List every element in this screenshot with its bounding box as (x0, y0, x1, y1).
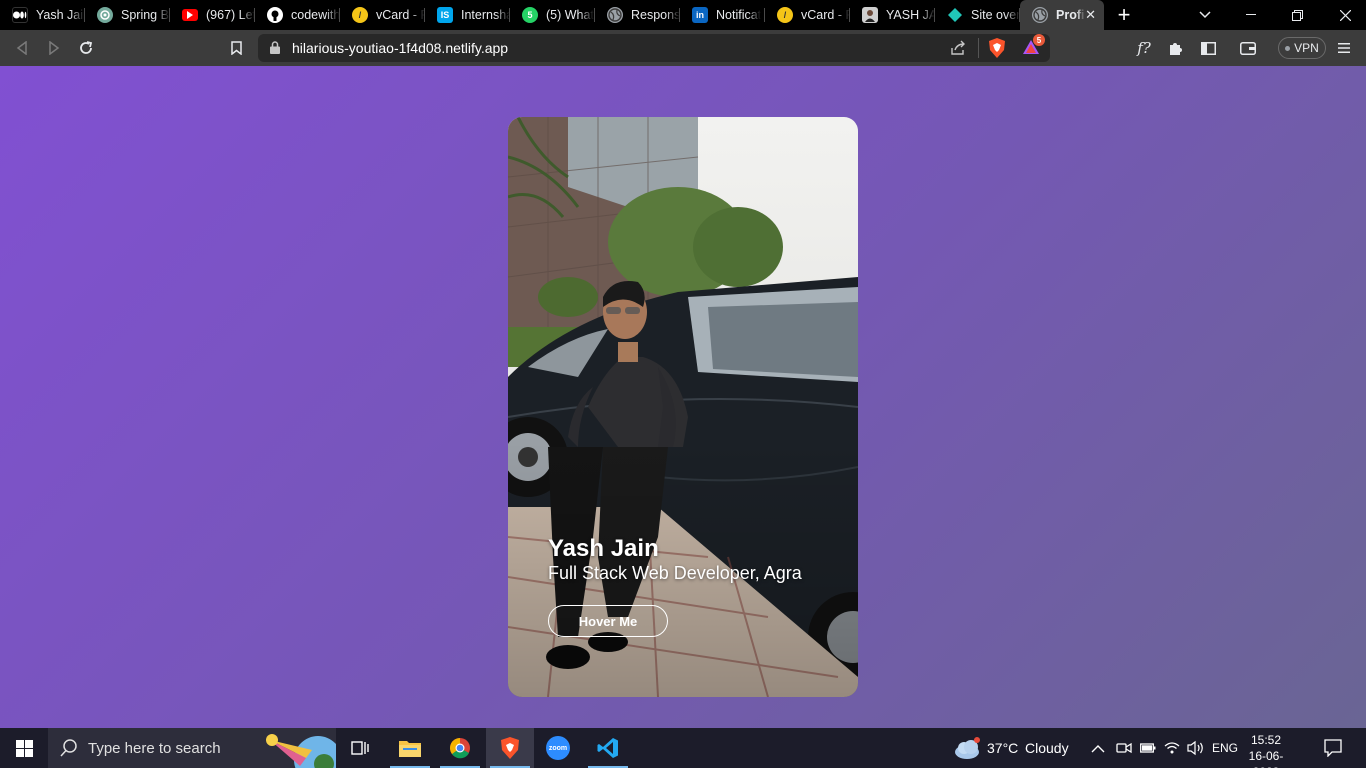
tab-github[interactable]: codewith (255, 0, 340, 30)
tab-vcard-2[interactable]: / vCard - P (765, 0, 850, 30)
hover-me-button[interactable]: Hover Me (548, 605, 668, 637)
new-tab-button[interactable]: + (1104, 0, 1144, 30)
chatgpt-icon (97, 7, 113, 23)
address-bar[interactable]: hilarious-youtiao-1f4d08.netlify.app 5 (258, 34, 1050, 62)
netlify-icon (947, 7, 963, 23)
restore-icon[interactable] (1278, 0, 1316, 30)
leo-ai-button[interactable]: f? (1130, 30, 1158, 66)
tab-title: vCard - P (801, 8, 850, 22)
tab-whatsapp[interactable]: 5 (5) What (510, 0, 595, 30)
vpn-status-dot (1285, 45, 1291, 51)
tab-profile-active[interactable]: Profil ✕ (1020, 0, 1104, 30)
tab-title: Yash Jain (36, 8, 85, 22)
tab-search-icon[interactable] (1188, 0, 1222, 30)
tab-youtube[interactable]: (967) Let (170, 0, 255, 30)
volume-icon[interactable] (1187, 740, 1205, 761)
search-placeholder: Type here to search (88, 740, 221, 757)
reload-icon[interactable] (72, 30, 100, 66)
share-icon[interactable] (950, 40, 966, 61)
rewards-badge: 5 (1033, 34, 1045, 46)
menu-icon[interactable] (1330, 30, 1358, 66)
tab-title: Notificat (716, 8, 762, 22)
file-explorer-icon[interactable] (386, 728, 434, 768)
tab-linkedin[interactable]: in Notificat (680, 0, 765, 30)
tab-strip: Yash Jain Spring Bo (967) Let codewith /… (0, 0, 1366, 30)
tab-title: (967) Let (206, 8, 255, 22)
vcard-icon: / (352, 7, 368, 23)
tab-title: (5) What (546, 8, 594, 22)
sidebar-icon[interactable] (1194, 30, 1222, 66)
zoom-icon[interactable]: zoom (534, 728, 582, 768)
globe-icon (1032, 7, 1048, 23)
weather-desc[interactable]: Cloudy (1025, 740, 1069, 756)
forward-icon[interactable] (40, 30, 68, 66)
show-hidden-icons-icon[interactable] (1091, 741, 1105, 759)
task-view-icon[interactable] (336, 728, 384, 768)
weather-temp[interactable]: 37°C (987, 740, 1018, 756)
search-icon (60, 739, 78, 762)
tab-title: Profil (1056, 8, 1086, 22)
notifications-icon[interactable] (1324, 739, 1342, 762)
url-text[interactable]: hilarious-youtiao-1f4d08.netlify.app (292, 40, 508, 56)
linkedin-icon: in (692, 7, 708, 23)
extensions-icon[interactable] (1162, 30, 1190, 66)
wallet-icon[interactable] (1234, 30, 1262, 66)
tab-title: Respons (631, 8, 680, 22)
vscode-icon[interactable] (584, 728, 632, 768)
search-highlight-icon[interactable] (266, 728, 342, 768)
brave-shields-icon[interactable] (988, 38, 1006, 63)
start-button[interactable] (0, 728, 48, 768)
tab-title: Site over (971, 8, 1020, 22)
tab-title: Internsha (461, 8, 510, 22)
profile-name: Yash Jain (548, 535, 659, 562)
vpn-button[interactable]: VPN (1278, 37, 1326, 59)
vpn-label: VPN (1294, 41, 1319, 55)
vcard-icon: / (777, 7, 793, 23)
youtube-icon (182, 9, 198, 21)
battery-icon[interactable] (1140, 741, 1156, 759)
internshala-icon: IS (437, 7, 453, 23)
tab-close-icon[interactable]: ✕ (1085, 7, 1096, 23)
tab-responsive[interactable]: Respons (595, 0, 680, 30)
tab-internshala[interactable]: IS Internsha (425, 0, 510, 30)
minimize-icon[interactable] (1232, 0, 1270, 30)
tab-yash-profile[interactable]: YASH JAI (850, 0, 935, 30)
tab-chatgpt[interactable]: Spring Bo (85, 0, 170, 30)
tab-title: codewith (291, 8, 340, 22)
windows-logo-icon (15, 739, 33, 757)
back-icon[interactable] (8, 30, 36, 66)
brave-icon[interactable] (486, 728, 534, 768)
profile-card[interactable]: Yash Jain Full Stack Web Developer, Agra… (508, 117, 858, 697)
tab-netlify[interactable]: Site over (935, 0, 1020, 30)
lock-icon[interactable] (270, 41, 280, 59)
taskbar-search-box[interactable]: Type here to search (48, 728, 342, 768)
url-divider (978, 38, 979, 58)
avatar-icon (862, 7, 878, 23)
tab-medium[interactable]: Yash Jain (0, 0, 85, 30)
zoom-label: zoom (546, 736, 570, 760)
weather-cloud-icon[interactable] (954, 736, 982, 765)
clock-time: 15:52 (1250, 733, 1282, 747)
medium-icon (12, 7, 28, 23)
tab-vcard-1[interactable]: / vCard - P (340, 0, 425, 30)
wifi-icon[interactable] (1164, 740, 1180, 759)
globe-icon (607, 7, 623, 23)
language-indicator[interactable]: ENG (1212, 741, 1238, 755)
windows-taskbar: Type here to search zoom 37°C Cloudy ENG… (0, 728, 1366, 768)
chrome-icon[interactable] (436, 728, 484, 768)
clock-date: 16-06-2023 (1248, 749, 1284, 768)
whatsapp-icon: 5 (522, 7, 538, 23)
tab-title: Spring Bo (121, 8, 170, 22)
tab-title: vCard - P (376, 8, 425, 22)
profile-role: Full Stack Web Developer, Agra (548, 563, 802, 583)
clock[interactable]: 15:52 16-06-2023 (1244, 732, 1288, 768)
github-icon (267, 7, 283, 23)
tab-title: YASH JAI (886, 8, 935, 22)
close-window-icon[interactable] (1326, 0, 1364, 30)
page-viewport: Yash Jain Full Stack Web Developer, Agra… (0, 66, 1366, 728)
bookmark-icon[interactable] (222, 30, 250, 66)
meet-now-icon[interactable] (1116, 740, 1132, 761)
browser-toolbar: hilarious-youtiao-1f4d08.netlify.app 5 f… (0, 30, 1366, 66)
